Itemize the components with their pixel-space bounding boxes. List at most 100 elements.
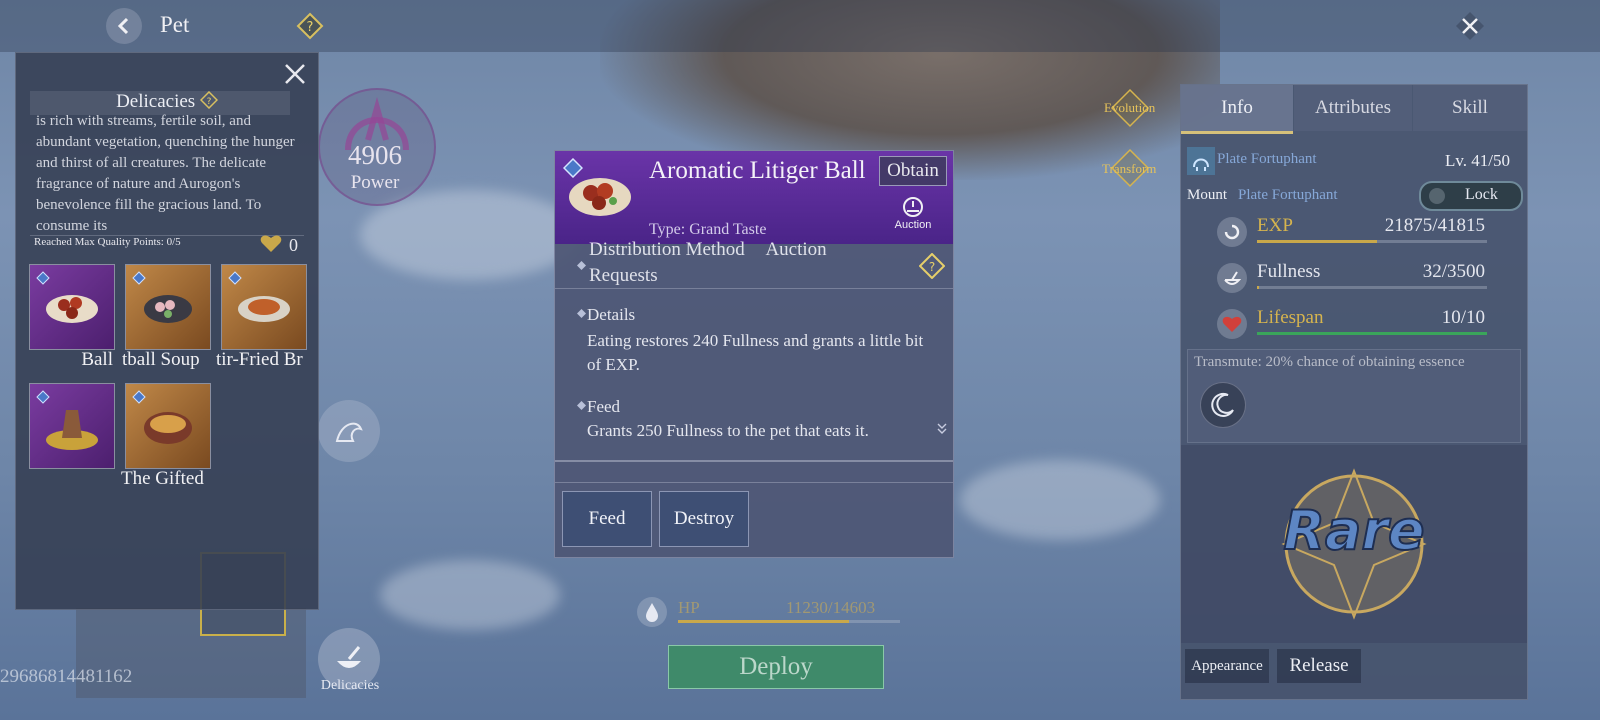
pet-info-panel: Info Attributes Skill Plate Fortuphant L… bbox=[1180, 84, 1528, 700]
destroy-button[interactable]: Destroy bbox=[659, 491, 749, 547]
close-delicacies-button[interactable] bbox=[280, 59, 310, 89]
divider bbox=[555, 288, 953, 289]
toggle-knob bbox=[1429, 188, 1445, 204]
rarity-diamond-icon bbox=[36, 271, 50, 285]
heart-icon bbox=[260, 233, 282, 253]
food-item-tile[interactable] bbox=[29, 383, 115, 469]
svg-text:?: ? bbox=[207, 97, 212, 107]
stir-fry-dish-icon bbox=[238, 296, 290, 322]
feed-button[interactable]: Feed bbox=[562, 491, 652, 547]
stat-name: Lifespan bbox=[1257, 307, 1324, 328]
stat-name: EXP bbox=[1257, 215, 1293, 236]
item-name: Aromatic Litiger Ball bbox=[649, 157, 866, 184]
essence-slot[interactable] bbox=[1200, 382, 1246, 428]
tab-attributes[interactable]: Attributes bbox=[1294, 85, 1412, 131]
fullness-bar bbox=[1257, 286, 1487, 289]
pet-skill-slot[interactable] bbox=[318, 400, 380, 462]
close-icon bbox=[1456, 12, 1484, 40]
stew-bowl-icon bbox=[144, 412, 192, 444]
delicacies-title-text: Delicacies bbox=[116, 91, 196, 112]
transmute-text: Transmute: 20% chance of obtaining essen… bbox=[1194, 354, 1465, 370]
fullness-bar-fill bbox=[1257, 286, 1260, 289]
release-button[interactable]: Release bbox=[1277, 649, 1361, 683]
food-item-label: Ball bbox=[81, 349, 113, 370]
scroll-down-chevron-icon[interactable] bbox=[937, 423, 947, 435]
hp-value: 11230/14603 bbox=[786, 598, 876, 617]
item-dish-icon bbox=[569, 178, 631, 216]
distribution-heading: Distribution Method Auction bbox=[589, 239, 827, 261]
lifespan-icon bbox=[1217, 309, 1247, 339]
stat-value: 21875/41815 bbox=[1384, 215, 1485, 236]
close-pet-screen-button[interactable] bbox=[1452, 8, 1488, 44]
help-diamond-icon[interactable]: ? bbox=[199, 90, 218, 110]
distribution-line2: Requests bbox=[589, 265, 658, 286]
soup-bowl-icon bbox=[144, 295, 192, 323]
page-title: Pet bbox=[160, 12, 190, 37]
auction-label: Auction bbox=[894, 219, 932, 231]
evolution-label: Evolution bbox=[1104, 100, 1156, 115]
bullet-diamond-icon bbox=[577, 261, 586, 270]
pet-name: Plate Fortuphant bbox=[1217, 151, 1317, 167]
heart-count: 0 bbox=[289, 235, 298, 255]
exp-icon bbox=[1217, 217, 1247, 247]
chevron-left-icon bbox=[117, 17, 129, 35]
bullet-diamond-icon bbox=[577, 309, 586, 318]
crescent-essence-icon bbox=[1211, 392, 1234, 417]
food-item-label: tball Soup bbox=[122, 349, 200, 370]
stat-value: 10/10 bbox=[1441, 307, 1485, 328]
power-value: 4906 bbox=[348, 140, 402, 170]
delicacies-panel: Delicacies ? is rich with streams, ferti… bbox=[15, 52, 319, 610]
appearance-button[interactable]: Appearance bbox=[1185, 649, 1269, 683]
rarity-label: Rare bbox=[1282, 498, 1425, 563]
stat-name: Fullness bbox=[1257, 261, 1321, 282]
item-detail-popup: Aromatic Litiger Ball Obtain Auction Typ… bbox=[554, 150, 954, 558]
food-item-tile[interactable] bbox=[221, 264, 307, 350]
food-item-label: The Gifted bbox=[121, 468, 204, 489]
clay-pot-dish-icon bbox=[46, 410, 98, 450]
fullness-icon bbox=[1217, 263, 1247, 293]
food-item-tile[interactable] bbox=[125, 383, 211, 469]
exp-bar-fill bbox=[1257, 240, 1378, 243]
distribution-value: Auction bbox=[765, 239, 827, 260]
feed-heading: Feed bbox=[587, 397, 621, 416]
power-label: Power bbox=[350, 172, 400, 193]
help-button[interactable]: ? bbox=[296, 12, 324, 40]
lock-toggle[interactable]: Lock bbox=[1419, 181, 1523, 211]
rarity-diamond-icon bbox=[132, 390, 146, 404]
back-button[interactable] bbox=[106, 8, 142, 44]
rarity-diamond-icon bbox=[228, 271, 242, 285]
rarity-diamond-icon bbox=[132, 271, 146, 285]
deploy-button[interactable]: Deploy bbox=[668, 645, 884, 689]
meatball-dish-icon bbox=[46, 295, 98, 323]
lifespan-bar-fill bbox=[1257, 332, 1487, 335]
lock-label: Lock bbox=[1465, 186, 1498, 203]
stat-value: 32/3500 bbox=[1422, 261, 1485, 282]
mount-name: Plate Fortuphant bbox=[1238, 187, 1338, 203]
exp-bar bbox=[1257, 240, 1487, 243]
food-item-label: tir-Fried Br bbox=[216, 349, 303, 370]
tab-info[interactable]: Info bbox=[1181, 85, 1293, 134]
delicacies-title: Delicacies ? bbox=[16, 90, 318, 113]
obtain-button[interactable]: Obtain bbox=[879, 156, 947, 186]
hp-bar-fill bbox=[678, 620, 849, 623]
distribution-method-label: Distribution Method bbox=[589, 239, 745, 260]
pet-id-number: 29686814481162 bbox=[0, 666, 133, 687]
item-type: Type: Grand Taste bbox=[649, 221, 767, 238]
delicacies-description[interactable]: is rich with streams, fertile soil, and … bbox=[36, 111, 298, 231]
bullet-diamond-icon bbox=[577, 401, 586, 410]
quality-points-text: Reached Max Quality Points: 0/5 bbox=[34, 236, 181, 248]
food-item-tile[interactable] bbox=[29, 264, 115, 350]
hp-droplet-icon bbox=[637, 597, 667, 627]
details-heading: Details bbox=[587, 305, 636, 324]
close-icon bbox=[285, 64, 305, 84]
food-bowl-icon bbox=[337, 646, 361, 668]
help-diamond-icon[interactable]: ? bbox=[919, 253, 945, 279]
tab-skill[interactable]: Skill bbox=[1413, 85, 1527, 131]
pet-level: Lv. 41/50 bbox=[1445, 151, 1511, 170]
food-item-tile[interactable] bbox=[125, 264, 211, 350]
pet-type-icon bbox=[1187, 147, 1215, 175]
auction-icon bbox=[903, 197, 923, 217]
top-bar bbox=[0, 0, 1600, 52]
details-text: Eating restores 240 Fullness and grants … bbox=[587, 331, 924, 374]
hp-label: HP bbox=[678, 598, 700, 617]
